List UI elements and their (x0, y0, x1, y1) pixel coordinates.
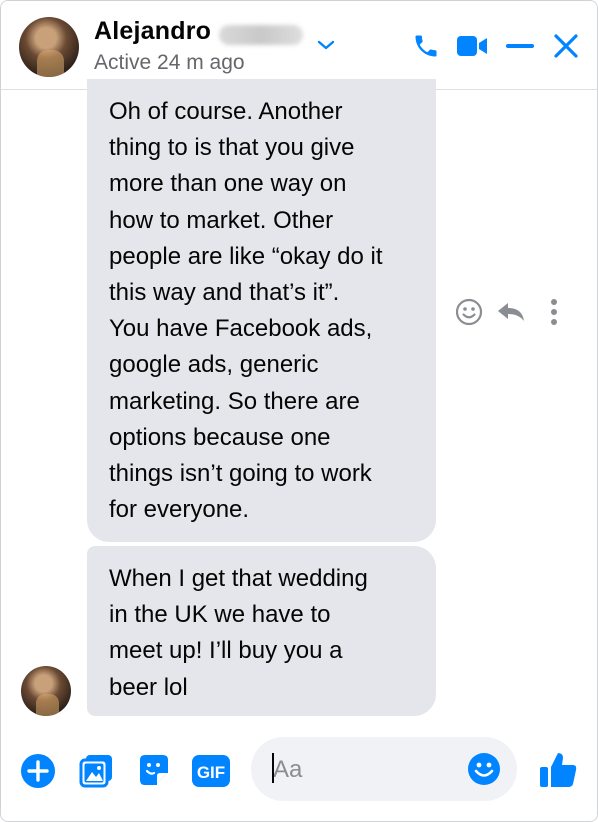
text-caret (272, 753, 274, 783)
sender-avatar[interactable] (21, 666, 71, 716)
redacted-surname (219, 24, 304, 45)
composer: GIF (1, 723, 597, 821)
image-icon[interactable] (78, 751, 116, 789)
gif-icon[interactable]: GIF (191, 754, 231, 788)
like-icon[interactable] (537, 749, 579, 791)
video-icon[interactable] (455, 29, 489, 63)
active-status: Active 24 m ago (94, 51, 245, 74)
more-icon[interactable] (539, 294, 569, 330)
gif-label: GIF (197, 763, 225, 782)
emoji-icon[interactable] (466, 751, 502, 787)
contact-avatar[interactable] (19, 17, 79, 77)
minimize-icon[interactable] (503, 29, 537, 63)
sticker-icon[interactable] (135, 751, 173, 789)
contact-name-wrap[interactable]: Alejandro (94, 17, 304, 46)
contact-name[interactable]: Alejandro (94, 17, 211, 45)
message-text: When I get that wedding in the UK we hav… (109, 565, 368, 701)
message-bubble[interactable]: When I get that wedding in the UK we hav… (87, 546, 436, 716)
reply-icon[interactable] (493, 294, 529, 330)
message-input[interactable] (271, 751, 465, 789)
plus-icon[interactable] (20, 753, 56, 789)
smiley-icon[interactable] (451, 294, 487, 330)
chat-window: Alejandro Active 24 m ago Oh of course. … (0, 0, 598, 822)
message-actions (451, 294, 571, 330)
message-input-wrap[interactable] (251, 737, 517, 801)
chat-header: Alejandro Active 24 m ago (1, 1, 597, 90)
close-icon[interactable] (549, 29, 583, 63)
message-bubble[interactable]: Oh of course. Another thing to is that y… (87, 79, 436, 542)
chevron-down-icon[interactable] (315, 37, 337, 53)
message-text: Oh of course. Another thing to is that y… (109, 98, 383, 524)
phone-icon[interactable] (409, 29, 443, 63)
